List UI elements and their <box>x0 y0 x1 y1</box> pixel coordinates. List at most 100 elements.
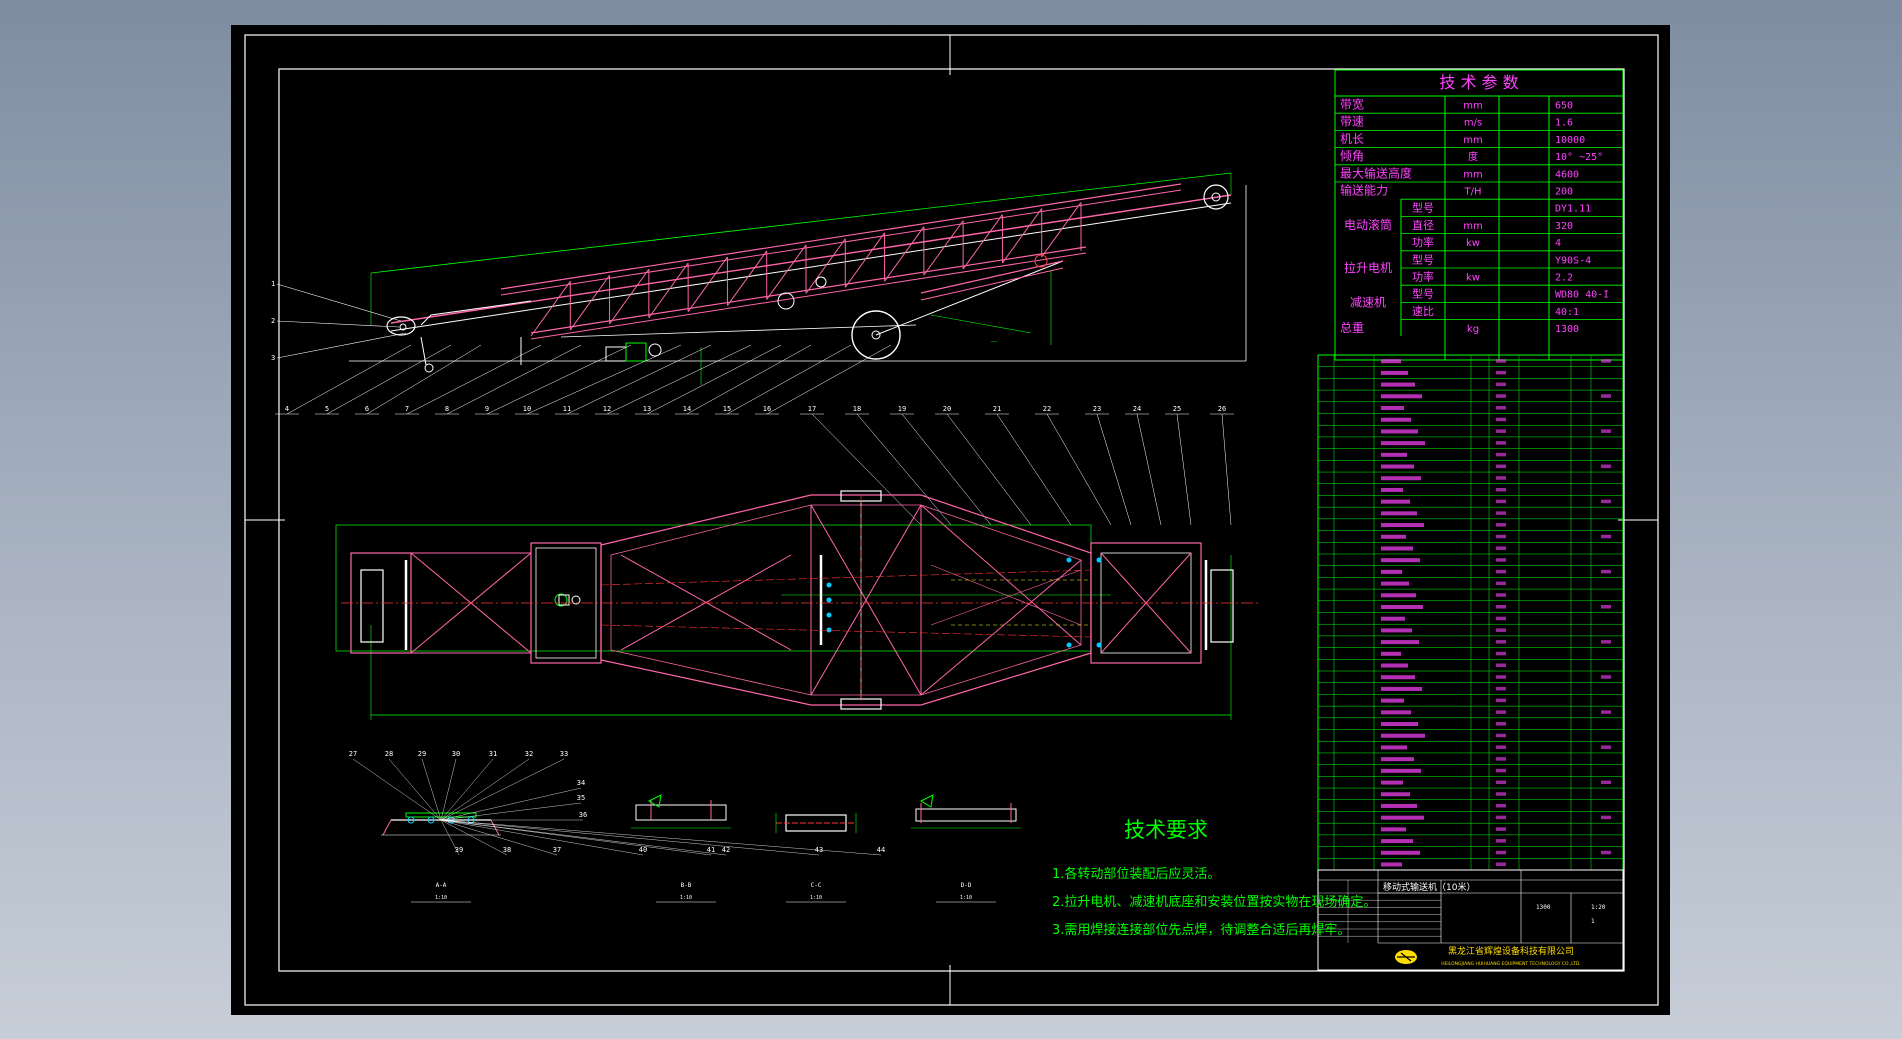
param-value: 1.6 <box>1555 118 1573 129</box>
section-scale: 1:10 <box>810 895 822 901</box>
param-unit: mm <box>1463 135 1482 146</box>
balloon-label: 28 <box>385 750 393 758</box>
balloon-label: 9 <box>485 405 489 413</box>
cad-viewport[interactable]: —— 1 2 3 4 5 6 7 8 9 10 11 12 13 14 15 16 17 18 19 20 21 22 23… <box>231 25 1670 1015</box>
param-value: 4600 <box>1555 169 1579 180</box>
section-details <box>381 794 1021 836</box>
param-unit: mm <box>1463 221 1482 232</box>
company-name: 黑龙江省辉煌设备科技有限公司 <box>1448 945 1574 957</box>
balloon-label: 31 <box>489 750 497 758</box>
balloon-label: 36 <box>579 811 587 819</box>
param-sub: 型号 <box>1412 201 1434 215</box>
balloon-label: 44 <box>877 846 885 854</box>
balloon-label: 2 <box>271 317 275 325</box>
conveyor-drawing: —— 1234 5 6 7 8 9 10 11 12 13 14 15 16 17 18 19 20 21 22 23… <box>244 34 1659 1006</box>
part-balloons-top: 1234 5 6 7 8 9 10 11 12 13 14 15 16 17 18 19 20 21 22 23 24 2… <box>271 280 1234 526</box>
param-unit: kw <box>1466 273 1480 284</box>
tech-req-title: 技术要求 <box>1124 818 1208 842</box>
param-name: 总重 <box>1340 321 1364 335</box>
balloon-label: 10 <box>523 405 531 413</box>
balloon-label: 4 <box>285 405 289 413</box>
balloon-label: 7 <box>405 405 409 413</box>
param-name: 机长 <box>1340 132 1364 146</box>
balloon-label: 12 <box>603 405 611 413</box>
balloon-label: 13 <box>643 405 651 413</box>
balloon-label: 23 <box>1093 405 1101 413</box>
param-sub: 型号 <box>1412 287 1434 301</box>
tech-requirements: 技术要求 1.各转动部位装配后应灵活。 2.拉升电机、减速机底座和安装位置按实物… <box>1052 818 1376 938</box>
param-value: 40:1 <box>1555 307 1579 318</box>
section-label: B-B <box>681 882 692 889</box>
svg-text:——: —— <box>991 339 998 345</box>
param-unit: 度 <box>1468 150 1478 163</box>
balloon-label: 34 <box>577 779 585 787</box>
param-sub: 功率 <box>1412 235 1434 249</box>
balloon-label: 29 <box>418 750 426 758</box>
param-sub: 直径 <box>1412 218 1434 232</box>
section-scale: 1:10 <box>960 895 972 901</box>
param-value: 200 <box>1555 187 1573 198</box>
balloon-label: 14 <box>683 405 691 413</box>
param-unit: kw <box>1466 238 1480 249</box>
balloon-label: 26 <box>1218 405 1226 413</box>
balloon-label: 5 <box>325 405 329 413</box>
balloon-label: 19 <box>898 405 906 413</box>
balloon-label: 33 <box>560 750 568 758</box>
outer-frame <box>244 34 1659 1006</box>
tech-req-item-3: 3.需用焊接连接部位先点焊，待调整合适后再焊牢。 <box>1052 922 1350 938</box>
param-name: 减速机 <box>1350 295 1386 309</box>
param-unit: mm <box>1463 169 1482 180</box>
param-sub: 型号 <box>1412 252 1434 266</box>
balloon-label: 8 <box>445 405 449 413</box>
param-value: 10000 <box>1555 135 1585 146</box>
plan-view <box>335 490 1261 720</box>
param-unit: m/s <box>1464 118 1482 129</box>
param-value: 320 <box>1555 221 1573 232</box>
section-label: C-C <box>811 882 822 889</box>
section-label: D-D <box>961 882 972 889</box>
sheet-value: 1 <box>1591 918 1595 925</box>
balloon-label: 22 <box>1043 405 1051 413</box>
param-unit: T/H <box>1464 187 1482 198</box>
section-label: A-A <box>436 882 447 889</box>
param-name: 拉升电机 <box>1344 260 1392 275</box>
param-value: 2.2 <box>1555 273 1573 284</box>
param-value: 10° ~25° <box>1555 152 1603 163</box>
section-scale: 1:10 <box>435 895 447 901</box>
balloon-label: 38 <box>503 846 511 854</box>
param-name: 最大输送高度 <box>1340 165 1412 180</box>
drawing-name: 移动式输送机（10米） <box>1383 881 1475 893</box>
section-scale: 1:10 <box>680 895 692 901</box>
company-name-en: HEILONGJIANG HUIHUANG EQUIPMENT TECHNOLO… <box>1441 961 1581 967</box>
balloon-label: 20 <box>943 405 951 413</box>
param-name: 倾角 <box>1340 149 1364 163</box>
balloon-label: 32 <box>525 750 533 758</box>
scale-value: 1:20 <box>1591 904 1606 911</box>
balloon-label: 3 <box>271 354 275 362</box>
balloon-label: 25 <box>1173 405 1181 413</box>
weight-value: 1300 <box>1536 904 1551 911</box>
param-name: 带宽 <box>1340 97 1364 112</box>
param-name: 电动滚筒 <box>1344 217 1392 232</box>
balloon-label: 30 <box>452 750 460 758</box>
balloon-label: 35 <box>577 794 585 802</box>
section-labels: A-A 1:10 B-B 1:10 C-C 1:10 D-D 1:10 <box>411 882 996 903</box>
balloon-label: 11 <box>563 405 571 413</box>
balloon-label: 39 <box>455 846 463 854</box>
param-unit: kg <box>1467 324 1479 335</box>
balloon-label: 16 <box>763 405 771 413</box>
tech-req-item-1: 1.各转动部位装配后应灵活。 <box>1052 866 1220 882</box>
title-block: 移动式输送机（10米） 1:20 1 1300 黑龙江省辉煌设备科技有限公司 H… <box>1317 869 1624 971</box>
param-value: DY1.11 <box>1555 204 1591 215</box>
param-sub: 速比 <box>1412 305 1434 318</box>
param-value: 4 <box>1555 238 1561 249</box>
param-unit: mm <box>1463 101 1482 112</box>
company-logo-icon <box>1395 950 1417 964</box>
tech-req-item-2: 2.拉升电机、减速机底座和安装位置按实物在现场确定。 <box>1052 894 1376 910</box>
bom-table <box>1317 354 1624 871</box>
balloon-label: 37 <box>553 846 561 854</box>
param-name: 输送能力 <box>1340 183 1388 198</box>
tech-params-table: 技 术 参 数 带宽 mm 650 带速 m/s 1.6 机长 mm 10000 倾角 度 10° ~… <box>1334 69 1624 361</box>
balloon-label: 21 <box>993 405 1001 413</box>
balloon-label: 24 <box>1133 405 1141 413</box>
